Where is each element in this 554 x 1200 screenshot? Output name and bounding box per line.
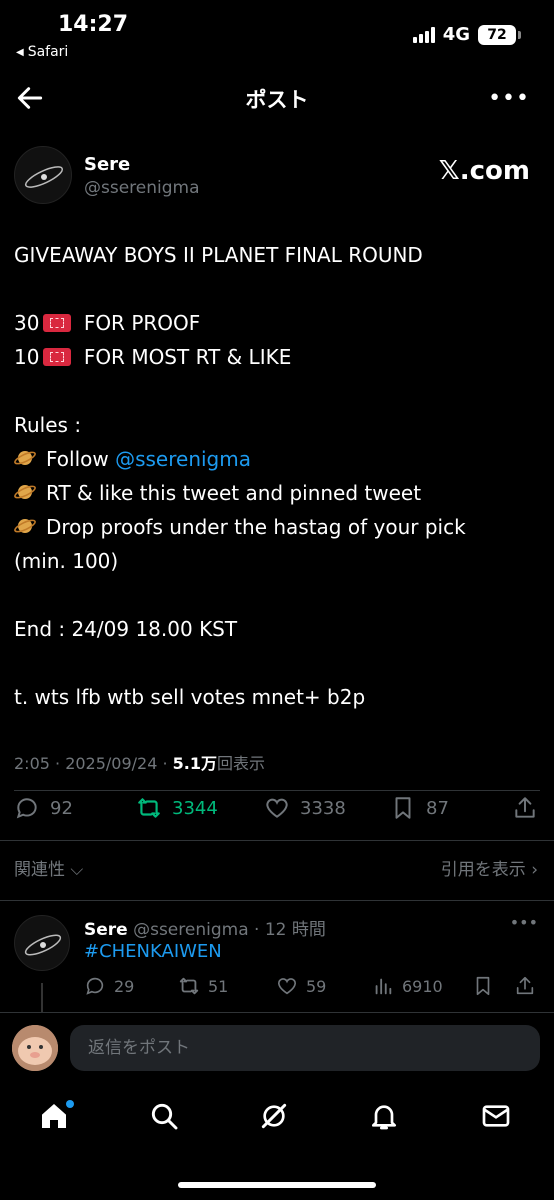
reply-retweet-count: 51: [208, 976, 229, 996]
heart-icon: [277, 978, 297, 995]
reply-reply-count: 29: [114, 976, 135, 996]
reply-input[interactable]: [70, 1025, 540, 1071]
tweet-actions: 92 3344 3338 87: [14, 790, 540, 830]
replies-subbar: 関連性 ⌵ 引用を表示 ›: [0, 840, 554, 890]
network-type: 4G: [442, 24, 470, 45]
battery-level: 72: [487, 26, 507, 43]
share-icon: [515, 797, 535, 818]
reply-bookmark-button[interactable]: [472, 975, 494, 997]
search-icon: [151, 1103, 178, 1130]
author-name[interactable]: Sere: [84, 154, 130, 175]
reply-author-name[interactable]: Sere: [84, 920, 128, 940]
view-label: 回表示: [217, 754, 266, 773]
mail-icon: [482, 1105, 510, 1127]
grok-icon: [261, 1103, 287, 1129]
bottom-tab-bar: [0, 1086, 554, 1156]
sort-relevance-dropdown[interactable]: 関連性 ⌵: [14, 855, 83, 880]
tab-search[interactable]: [148, 1100, 184, 1136]
bell-icon: [372, 1105, 396, 1130]
battery-icon: 72: [478, 24, 521, 45]
author-handle[interactable]: @sserenigma: [84, 178, 200, 198]
ringed-planet-icon: [14, 451, 36, 465]
thread-line: [41, 983, 43, 1013]
retweet-icon: [179, 977, 199, 995]
ringed-planet-icon: [14, 485, 36, 499]
retweet-icon: [138, 798, 160, 818]
bookmark-count: 87: [426, 797, 449, 819]
reply-handle-time: @sserenigma · 12 時間: [127, 920, 326, 940]
ticket-icon: [43, 314, 72, 332]
reply-more-icon[interactable]: •••: [510, 913, 538, 932]
reply-avatar[interactable]: [14, 915, 70, 971]
reply-header: Sere @sserenigma · 12 時間: [84, 915, 326, 940]
reply-share-button[interactable]: [514, 975, 536, 997]
status-time: 14:27: [58, 12, 129, 37]
tab-notifications[interactable]: [368, 1100, 404, 1136]
bookmark-icon: [395, 797, 411, 819]
tweet-line-most: 10 FOR MOST RT & LIKE: [14, 345, 292, 369]
back-to-app-link[interactable]: ◀ Safari: [16, 44, 68, 60]
post-header: ポスト •••: [0, 78, 554, 118]
share-button[interactable]: [512, 795, 538, 821]
share-icon: [516, 976, 534, 995]
back-triangle-icon: ◀: [16, 46, 24, 58]
x-com-logo: 𝕏.com: [438, 156, 530, 186]
bookmark-button[interactable]: 87: [390, 795, 449, 821]
reply-hashtag[interactable]: #CHENKAIWEN: [84, 941, 222, 962]
reply-view-count: 6910: [402, 976, 443, 996]
heart-icon: [266, 798, 288, 818]
ticket-icon: [43, 348, 72, 366]
tab-grok[interactable]: [258, 1100, 294, 1136]
more-options-icon[interactable]: •••: [488, 86, 530, 111]
reply-views-button[interactable]: 6910: [372, 975, 443, 997]
like-count: 3338: [300, 797, 346, 819]
retweet-count: 3344: [172, 797, 218, 819]
tweet-text: GIVEAWAY BOYS II PLANET FINAL ROUND 30 F…: [14, 238, 544, 714]
tweet-line-rule3-cont: (min. 100): [14, 549, 119, 573]
reply-icon: [16, 798, 37, 819]
notification-dot: [66, 1100, 74, 1108]
tweet-line-rule3: Drop proofs under the hastag of your pic…: [14, 510, 544, 544]
back-app-label: Safari: [27, 44, 69, 60]
reply-retweet-button[interactable]: 51: [178, 975, 228, 997]
ringed-planet-icon: [14, 519, 36, 533]
author-avatar[interactable]: [14, 146, 72, 204]
view-quotes-link[interactable]: 引用を表示 ›: [441, 855, 538, 880]
like-button[interactable]: 3338: [264, 795, 346, 821]
page-title: ポスト: [245, 88, 309, 112]
reply-composer: [0, 1012, 554, 1086]
tweet-line-tags: t. wts lfb wtb sell votes mnet+ b2p: [14, 685, 366, 709]
tweet-line-rules: Rules :: [14, 413, 82, 437]
views-chart-icon: [375, 978, 392, 995]
bookmark-icon: [476, 976, 490, 996]
tweet-timestamp: 2:05 · 2025/09/24 ·: [14, 754, 173, 773]
tweet-line-rule1: Follow @sserenigma: [14, 442, 544, 476]
tweet-author: Sere @sserenigma 𝕏.com: [14, 146, 540, 206]
mention-link[interactable]: @sserenigma: [115, 447, 251, 471]
reply-count: 92: [50, 797, 73, 819]
signal-icon: [412, 26, 435, 43]
tab-home[interactable]: [38, 1100, 74, 1136]
reply-reply-button[interactable]: 29: [84, 975, 134, 997]
reply-like-button[interactable]: 59: [276, 975, 326, 997]
retweet-button[interactable]: 3344: [136, 795, 218, 821]
tab-messages[interactable]: [480, 1100, 516, 1136]
tweet-line-rule2: RT & like this tweet and pinned tweet: [14, 476, 544, 510]
tweet-line-title: GIVEAWAY BOYS II PLANET FINAL ROUND: [14, 243, 423, 267]
reply-icon: [86, 977, 104, 995]
view-count: 5.1万: [172, 754, 218, 773]
reply-button[interactable]: 92: [14, 795, 73, 821]
home-indicator: [178, 1182, 376, 1188]
reply-like-count: 59: [306, 976, 327, 996]
reply-item[interactable]: Sere @sserenigma · 12 時間 ••• #CHENKAIWEN…: [0, 900, 554, 1013]
tweet-line-end: End : 24/09 18.00 KST: [14, 617, 238, 641]
my-avatar[interactable]: [12, 1025, 58, 1071]
status-bar: 14:27 ◀ Safari 4G 72: [0, 0, 554, 70]
tweet-line-proof: 30 FOR PROOF: [14, 311, 201, 335]
tweet-meta: 2:05 · 2025/09/24 · 5.1万回表示: [14, 750, 265, 774]
